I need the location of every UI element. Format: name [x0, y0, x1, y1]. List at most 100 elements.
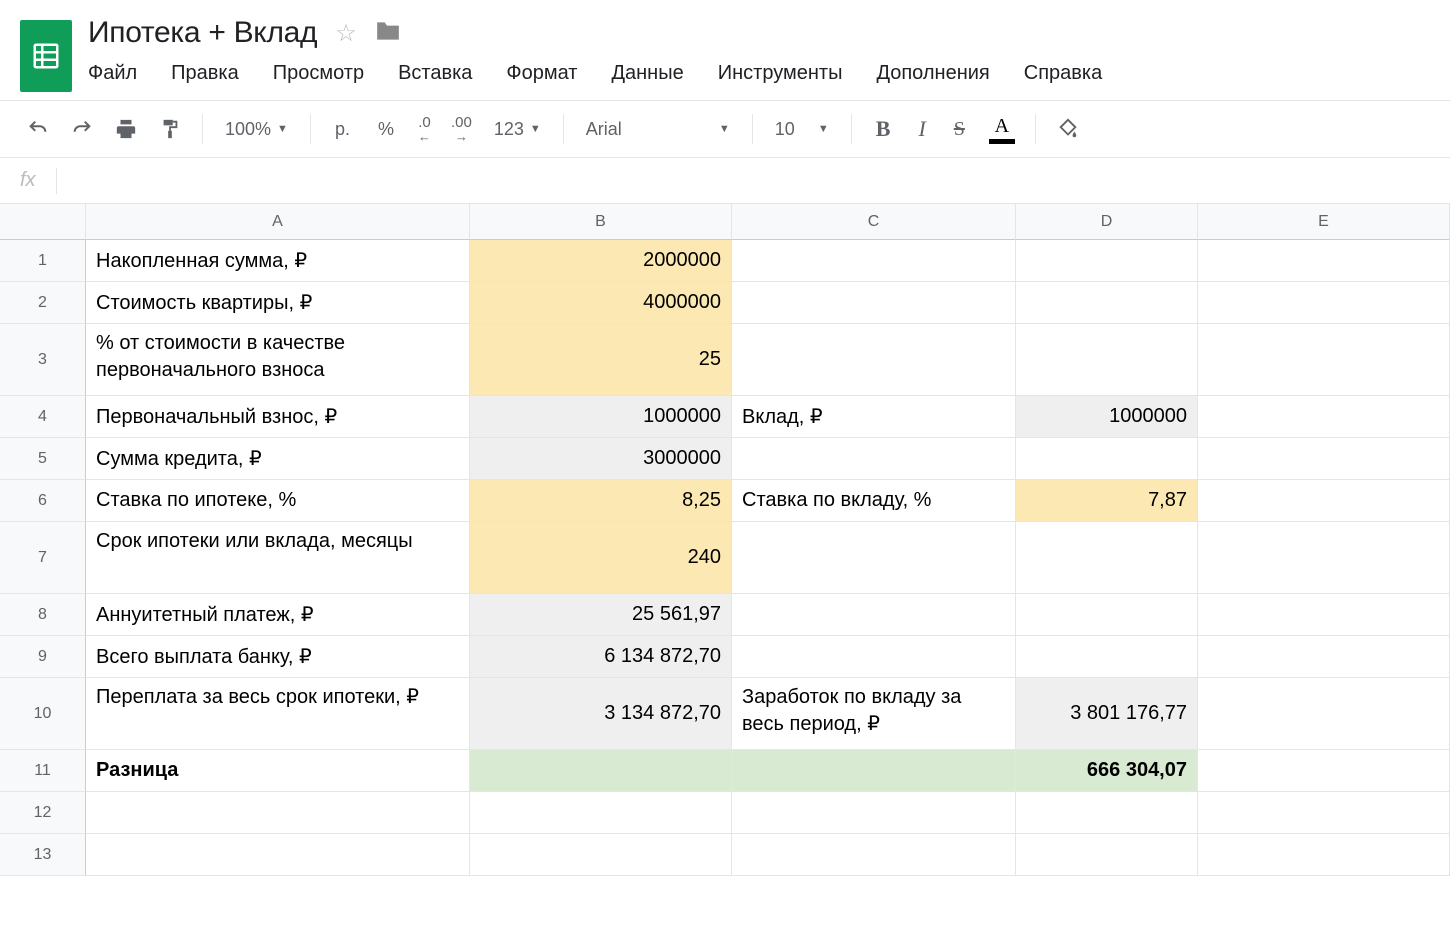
cell-E8[interactable] — [1198, 594, 1450, 636]
cell-E3[interactable] — [1198, 324, 1450, 396]
cell-A11[interactable]: Разница — [86, 750, 470, 792]
menu-tools[interactable]: Инструменты — [718, 62, 843, 85]
cell-D12[interactable] — [1016, 792, 1198, 834]
sheets-logo-icon[interactable] — [20, 20, 72, 92]
formula-input[interactable] — [77, 172, 1430, 190]
cell-E9[interactable] — [1198, 636, 1450, 678]
cell-C11[interactable] — [732, 750, 1016, 792]
cell-E13[interactable] — [1198, 834, 1450, 876]
row-header-5[interactable]: 5 — [0, 438, 86, 480]
cell-C3[interactable] — [732, 324, 1016, 396]
column-header-B[interactable]: B — [470, 204, 732, 240]
cell-C12[interactable] — [732, 792, 1016, 834]
cell-C9[interactable] — [732, 636, 1016, 678]
cell-D10[interactable]: 3 801 176,77 — [1016, 678, 1198, 750]
row-header-3[interactable]: 3 — [0, 324, 86, 396]
cell-A2[interactable]: Стоимость квартиры, ₽ — [86, 282, 470, 324]
cell-E4[interactable] — [1198, 396, 1450, 438]
bold-button[interactable]: B — [866, 116, 901, 142]
redo-button[interactable] — [64, 111, 100, 147]
cell-C5[interactable] — [732, 438, 1016, 480]
cell-A8[interactable]: Аннуитетный платеж, ₽ — [86, 594, 470, 636]
cell-D9[interactable] — [1016, 636, 1198, 678]
cell-D1[interactable] — [1016, 240, 1198, 282]
menu-addons[interactable]: Дополнения — [876, 62, 989, 85]
cell-A13[interactable] — [86, 834, 470, 876]
cell-D6[interactable]: 7,87 — [1016, 480, 1198, 522]
cell-E12[interactable] — [1198, 792, 1450, 834]
cell-D3[interactable] — [1016, 324, 1198, 396]
currency-format-button[interactable]: р. — [325, 119, 360, 140]
cell-C13[interactable] — [732, 834, 1016, 876]
cell-D13[interactable] — [1016, 834, 1198, 876]
font-size-select[interactable]: 10▼ — [767, 119, 837, 140]
cell-C10[interactable]: Заработок по вкладу за весь период, ₽ — [732, 678, 1016, 750]
cell-E2[interactable] — [1198, 282, 1450, 324]
row-header-4[interactable]: 4 — [0, 396, 86, 438]
font-select[interactable]: Arial▼ — [578, 119, 738, 140]
cell-C8[interactable] — [732, 594, 1016, 636]
undo-button[interactable] — [20, 111, 56, 147]
row-header-11[interactable]: 11 — [0, 750, 86, 792]
star-icon[interactable]: ☆ — [335, 19, 357, 48]
more-formats-select[interactable]: 123▼ — [486, 119, 549, 140]
row-header-6[interactable]: 6 — [0, 480, 86, 522]
cell-A7[interactable]: Срок ипотеки или вклада, месяцы — [86, 522, 470, 594]
menu-help[interactable]: Справка — [1024, 62, 1102, 85]
cell-E7[interactable] — [1198, 522, 1450, 594]
column-header-C[interactable]: C — [732, 204, 1016, 240]
cell-C1[interactable] — [732, 240, 1016, 282]
cell-B2[interactable]: 4000000 — [470, 282, 732, 324]
cell-B12[interactable] — [470, 792, 732, 834]
cell-B9[interactable]: 6 134 872,70 — [470, 636, 732, 678]
cell-A9[interactable]: Всего выплата банку, ₽ — [86, 636, 470, 678]
row-header-8[interactable]: 8 — [0, 594, 86, 636]
cell-B6[interactable]: 8,25 — [470, 480, 732, 522]
menu-edit[interactable]: Правка — [171, 62, 239, 85]
cell-D4[interactable]: 1000000 — [1016, 396, 1198, 438]
cell-D11[interactable]: 666 304,07 — [1016, 750, 1198, 792]
cell-B10[interactable]: 3 134 872,70 — [470, 678, 732, 750]
row-header-13[interactable]: 13 — [0, 834, 86, 876]
cell-D7[interactable] — [1016, 522, 1198, 594]
column-header-E[interactable]: E — [1198, 204, 1450, 240]
row-header-7[interactable]: 7 — [0, 522, 86, 594]
cell-A1[interactable]: Накопленная сумма, ₽ — [86, 240, 470, 282]
cell-B8[interactable]: 25 561,97 — [470, 594, 732, 636]
fill-color-button[interactable] — [1050, 111, 1086, 147]
column-header-D[interactable]: D — [1016, 204, 1198, 240]
cell-A5[interactable]: Сумма кредита, ₽ — [86, 438, 470, 480]
cell-B1[interactable]: 2000000 — [470, 240, 732, 282]
cell-C6[interactable]: Ставка по вкладу, % — [732, 480, 1016, 522]
cell-E5[interactable] — [1198, 438, 1450, 480]
row-header-1[interactable]: 1 — [0, 240, 86, 282]
doc-title[interactable]: Ипотека + Вклад — [88, 16, 317, 50]
cell-D5[interactable] — [1016, 438, 1198, 480]
cell-B13[interactable] — [470, 834, 732, 876]
paint-format-button[interactable] — [152, 111, 188, 147]
cell-A3[interactable]: % от стоимости в качестве первоначальног… — [86, 324, 470, 396]
cell-E6[interactable] — [1198, 480, 1450, 522]
cell-B5[interactable]: 3000000 — [470, 438, 732, 480]
italic-button[interactable]: I — [908, 116, 935, 142]
menu-data[interactable]: Данные — [611, 62, 683, 85]
text-color-button[interactable]: A — [983, 115, 1021, 144]
print-button[interactable] — [108, 111, 144, 147]
decrease-decimal-button[interactable]: .0← — [412, 111, 437, 147]
cell-C7[interactable] — [732, 522, 1016, 594]
menu-file[interactable]: Файл — [88, 62, 137, 85]
cell-E10[interactable] — [1198, 678, 1450, 750]
cell-B4[interactable]: 1000000 — [470, 396, 732, 438]
cell-B3[interactable]: 25 — [470, 324, 732, 396]
increase-decimal-button[interactable]: .00→ — [445, 111, 478, 147]
strikethrough-button[interactable]: S — [944, 118, 975, 141]
cell-D8[interactable] — [1016, 594, 1198, 636]
percent-format-button[interactable]: % — [368, 119, 404, 140]
row-header-2[interactable]: 2 — [0, 282, 86, 324]
cell-A4[interactable]: Первоначальный взнос, ₽ — [86, 396, 470, 438]
zoom-select[interactable]: 100%▼ — [217, 119, 296, 140]
cell-A6[interactable]: Ставка по ипотеке, % — [86, 480, 470, 522]
cell-B11[interactable] — [470, 750, 732, 792]
column-header-A[interactable]: A — [86, 204, 470, 240]
cell-A12[interactable] — [86, 792, 470, 834]
